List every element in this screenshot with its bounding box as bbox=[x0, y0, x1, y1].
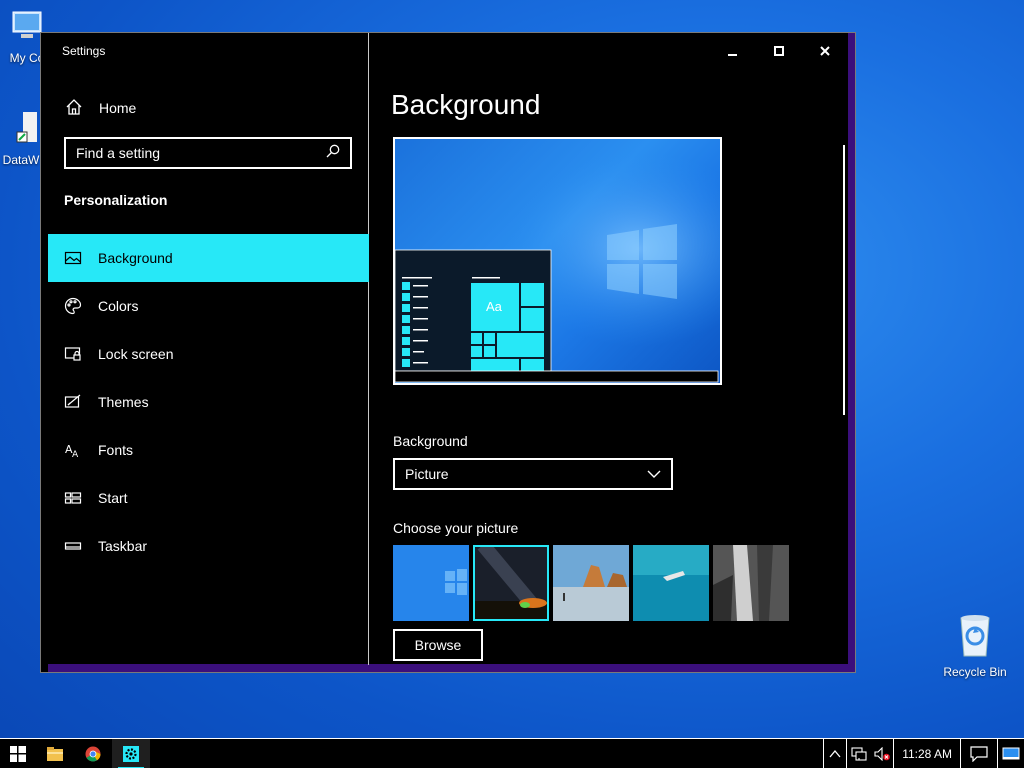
home-label: Home bbox=[99, 100, 137, 116]
close-icon bbox=[820, 46, 830, 56]
clock[interactable]: 11:28 AM bbox=[894, 739, 960, 768]
network-icon bbox=[851, 746, 867, 761]
settings-window: Settings Home Personalization Background… bbox=[40, 32, 856, 673]
sidebar-item-home[interactable]: Home bbox=[65, 97, 136, 119]
background-type-label: Background bbox=[393, 433, 468, 449]
background-type-dropdown[interactable]: Picture bbox=[393, 458, 673, 490]
minimize-button[interactable] bbox=[710, 39, 756, 63]
picture-thumbnails bbox=[393, 545, 789, 621]
sidebar-item-taskbar[interactable]: Taskbar bbox=[48, 522, 369, 570]
volume-button[interactable] bbox=[871, 739, 893, 768]
chrome-icon bbox=[85, 746, 101, 761]
nav-list: Background Colors Lock screen Themes AA … bbox=[48, 234, 369, 570]
minimize-icon bbox=[728, 54, 737, 56]
scrollbar-thumb[interactable] bbox=[843, 145, 845, 415]
sidebar: Settings Home Personalization Background… bbox=[41, 33, 369, 665]
window-frame-right bbox=[848, 33, 855, 672]
maximize-icon bbox=[774, 46, 784, 56]
search-box[interactable] bbox=[64, 137, 352, 169]
start-button[interactable] bbox=[0, 739, 36, 768]
sidebar-item-label: Themes bbox=[98, 394, 149, 410]
dropdown-value: Picture bbox=[405, 466, 449, 482]
thumbnail-night-sky[interactable] bbox=[473, 545, 549, 621]
desktop-icon-recycle-bin[interactable]: Recycle Bin bbox=[940, 612, 1010, 679]
sidebar-item-label: Taskbar bbox=[98, 538, 148, 554]
thumbnail-windows-blue[interactable] bbox=[393, 545, 469, 621]
sidebar-item-fonts[interactable]: AA Fonts bbox=[48, 426, 369, 474]
sidebar-item-lock-screen[interactable]: Lock screen bbox=[48, 330, 369, 378]
sidebar-item-start[interactable]: Start bbox=[48, 474, 369, 522]
desktop-icon-label: Recycle Bin bbox=[943, 665, 1007, 679]
sidebar-item-background[interactable]: Background bbox=[48, 234, 369, 282]
system-tray: 11:28 AM bbox=[823, 738, 1024, 768]
show-hidden-icons-button[interactable] bbox=[824, 739, 846, 768]
taskbar-app-file-explorer[interactable] bbox=[36, 739, 74, 768]
sidebar-item-label: Start bbox=[98, 490, 128, 506]
windows-logo-icon bbox=[10, 745, 26, 762]
choose-picture-label: Choose your picture bbox=[393, 520, 519, 536]
sidebar-item-label: Lock screen bbox=[98, 346, 174, 362]
taskbar-icon bbox=[64, 542, 82, 550]
picture-icon bbox=[64, 251, 82, 265]
show-desktop-icon bbox=[1002, 747, 1020, 759]
maximize-button[interactable] bbox=[756, 39, 802, 63]
sidebar-item-label: Colors bbox=[98, 298, 139, 314]
taskbar-app-chrome[interactable] bbox=[74, 739, 112, 768]
volume-muted-icon bbox=[874, 746, 890, 761]
sidebar-item-label: Background bbox=[98, 250, 173, 266]
close-button[interactable] bbox=[802, 39, 848, 63]
recycle-bin-icon bbox=[940, 612, 1010, 661]
browse-button[interactable]: Browse bbox=[393, 629, 483, 661]
action-center-button[interactable] bbox=[961, 739, 997, 768]
thumbnail-beach-rocks[interactable] bbox=[553, 545, 629, 621]
palette-icon bbox=[64, 297, 82, 315]
background-preview: Aa bbox=[393, 137, 722, 385]
thumbnail-rock-waterfall[interactable] bbox=[713, 545, 789, 621]
notification-icon bbox=[970, 745, 988, 762]
network-button[interactable] bbox=[847, 739, 871, 768]
window-frame-bottom bbox=[48, 664, 855, 672]
taskbar: 11:28 AM bbox=[0, 738, 1024, 768]
settings-icon bbox=[123, 745, 139, 762]
home-icon bbox=[65, 98, 83, 119]
page-title: Background bbox=[391, 89, 541, 120]
show-desktop-button[interactable] bbox=[998, 739, 1024, 768]
search-icon[interactable] bbox=[326, 144, 340, 163]
thumbnail-underwater-swimmer[interactable] bbox=[633, 545, 709, 621]
chevron-up-icon bbox=[829, 749, 841, 757]
taskbar-app-settings[interactable] bbox=[112, 738, 150, 768]
sidebar-item-colors[interactable]: Colors bbox=[48, 282, 369, 330]
themes-icon bbox=[64, 394, 81, 408]
content-area: Background Aa Background Picture Choose … bbox=[370, 33, 848, 665]
sidebar-item-themes[interactable]: Themes bbox=[48, 378, 369, 426]
preview-tile-text: Aa bbox=[486, 299, 503, 314]
svg-text:A: A bbox=[72, 450, 79, 459]
lock-screen-icon bbox=[64, 347, 81, 361]
section-heading: Personalization bbox=[64, 192, 168, 208]
fonts-icon: AA bbox=[65, 443, 79, 459]
window-title: Settings bbox=[62, 44, 106, 58]
start-icon bbox=[64, 492, 82, 504]
chevron-down-icon bbox=[647, 470, 661, 478]
search-input[interactable] bbox=[76, 145, 326, 161]
file-explorer-icon bbox=[47, 746, 63, 761]
sidebar-item-label: Fonts bbox=[98, 442, 134, 458]
